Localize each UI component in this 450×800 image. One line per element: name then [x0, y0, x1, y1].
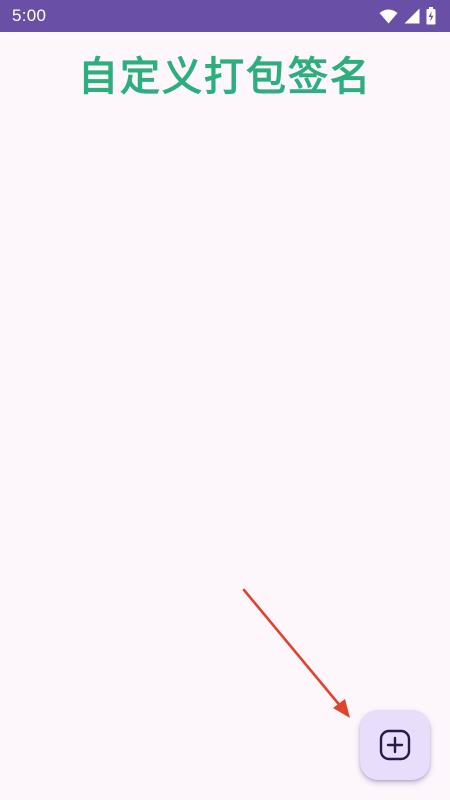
app-screen: 5:00 自定义打包签名 [0, 0, 450, 800]
battery-charging-icon [426, 7, 436, 25]
status-bar: 5:00 [0, 0, 450, 32]
status-icons [379, 7, 436, 25]
page-title: 自定义打包签名 [78, 54, 372, 100]
add-button[interactable] [360, 710, 430, 780]
cellular-signal-icon [404, 8, 420, 24]
red-arrow-icon [242, 588, 350, 718]
wifi-icon [379, 9, 398, 24]
status-time: 5:00 [12, 6, 47, 25]
add-box-icon [379, 729, 411, 761]
